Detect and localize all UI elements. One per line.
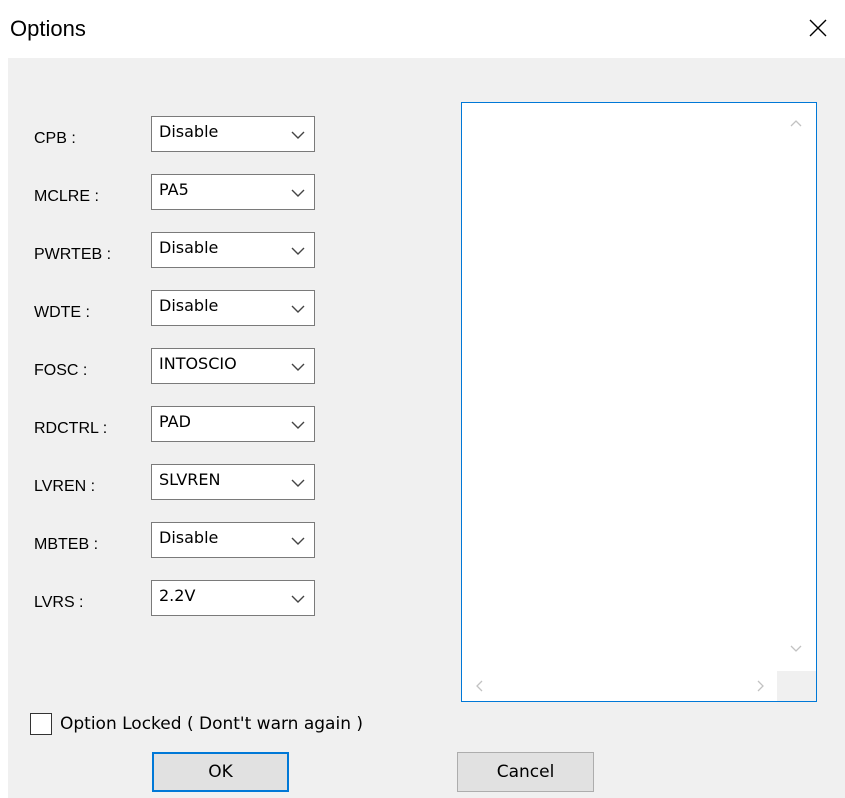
dropdown-value: Disable [159, 296, 219, 315]
scroll-down-icon[interactable] [788, 641, 804, 657]
option-label-cpb: CPB : [34, 130, 76, 147]
option-label-mclre: MCLRE : [34, 188, 99, 205]
dropdown-value: 2.2V [159, 586, 196, 605]
ok-button[interactable]: OK [152, 752, 289, 792]
horizontal-scrollbar[interactable] [462, 671, 777, 701]
option-label-lvren: LVREN : [34, 478, 96, 495]
option-label-mbteb: MBTEB : [34, 536, 99, 553]
scroll-right-icon[interactable] [752, 678, 768, 694]
window-title: Options [10, 16, 86, 41]
scroll-left-icon[interactable] [472, 678, 488, 694]
scroll-up-icon[interactable] [788, 115, 804, 131]
dropdown-value: Disable [159, 238, 219, 257]
pwrteb-dropdown[interactable]: Disable [151, 232, 315, 268]
mclre-dropdown[interactable]: PA5 [151, 174, 315, 210]
close-icon [809, 19, 827, 37]
option-label-fosc: FOSC : [34, 362, 88, 379]
chevron-down-icon [291, 363, 305, 371]
chevron-down-icon [291, 247, 305, 255]
chevron-down-icon [291, 131, 305, 139]
cpb-dropdown[interactable]: Disable [151, 116, 315, 152]
chevron-down-icon [291, 595, 305, 603]
mbteb-dropdown[interactable]: Disable [151, 522, 315, 558]
title-bar: Options [0, 0, 845, 58]
option-label-lvrs: LVRS : [34, 594, 84, 611]
description-listbox[interactable] [461, 102, 817, 702]
chevron-down-icon [291, 189, 305, 197]
fosc-dropdown[interactable]: INTOSCIO [151, 348, 315, 384]
option-locked-checkbox[interactable] [30, 713, 52, 735]
dropdown-value: PAD [159, 412, 191, 431]
dropdown-value: PA5 [159, 180, 189, 199]
dropdown-value: Disable [159, 528, 219, 547]
cancel-button[interactable]: Cancel [457, 752, 594, 792]
scrollbar-corner [777, 671, 816, 701]
option-label-rdctrl: RDCTRL : [34, 420, 108, 437]
option-label-wdte: WDTE : [34, 304, 90, 321]
lvren-dropdown[interactable]: SLVREN [151, 464, 315, 500]
wdte-dropdown[interactable]: Disable [151, 290, 315, 326]
option-label-pwrteb: PWRTEB : [34, 246, 112, 263]
chevron-down-icon [291, 479, 305, 487]
lvrs-dropdown[interactable]: 2.2V [151, 580, 315, 616]
chevron-down-icon [291, 421, 305, 429]
dropdown-value: SLVREN [159, 470, 221, 489]
rdctrl-dropdown[interactable]: PAD [151, 406, 315, 442]
dropdown-value: INTOSCIO [159, 354, 237, 373]
close-button[interactable] [800, 10, 836, 46]
dropdown-value: Disable [159, 122, 219, 141]
option-locked-label[interactable]: Option Locked ( Dont't warn again ) [60, 713, 363, 735]
vertical-scrollbar[interactable] [777, 103, 815, 671]
chevron-down-icon [291, 537, 305, 545]
chevron-down-icon [291, 305, 305, 313]
